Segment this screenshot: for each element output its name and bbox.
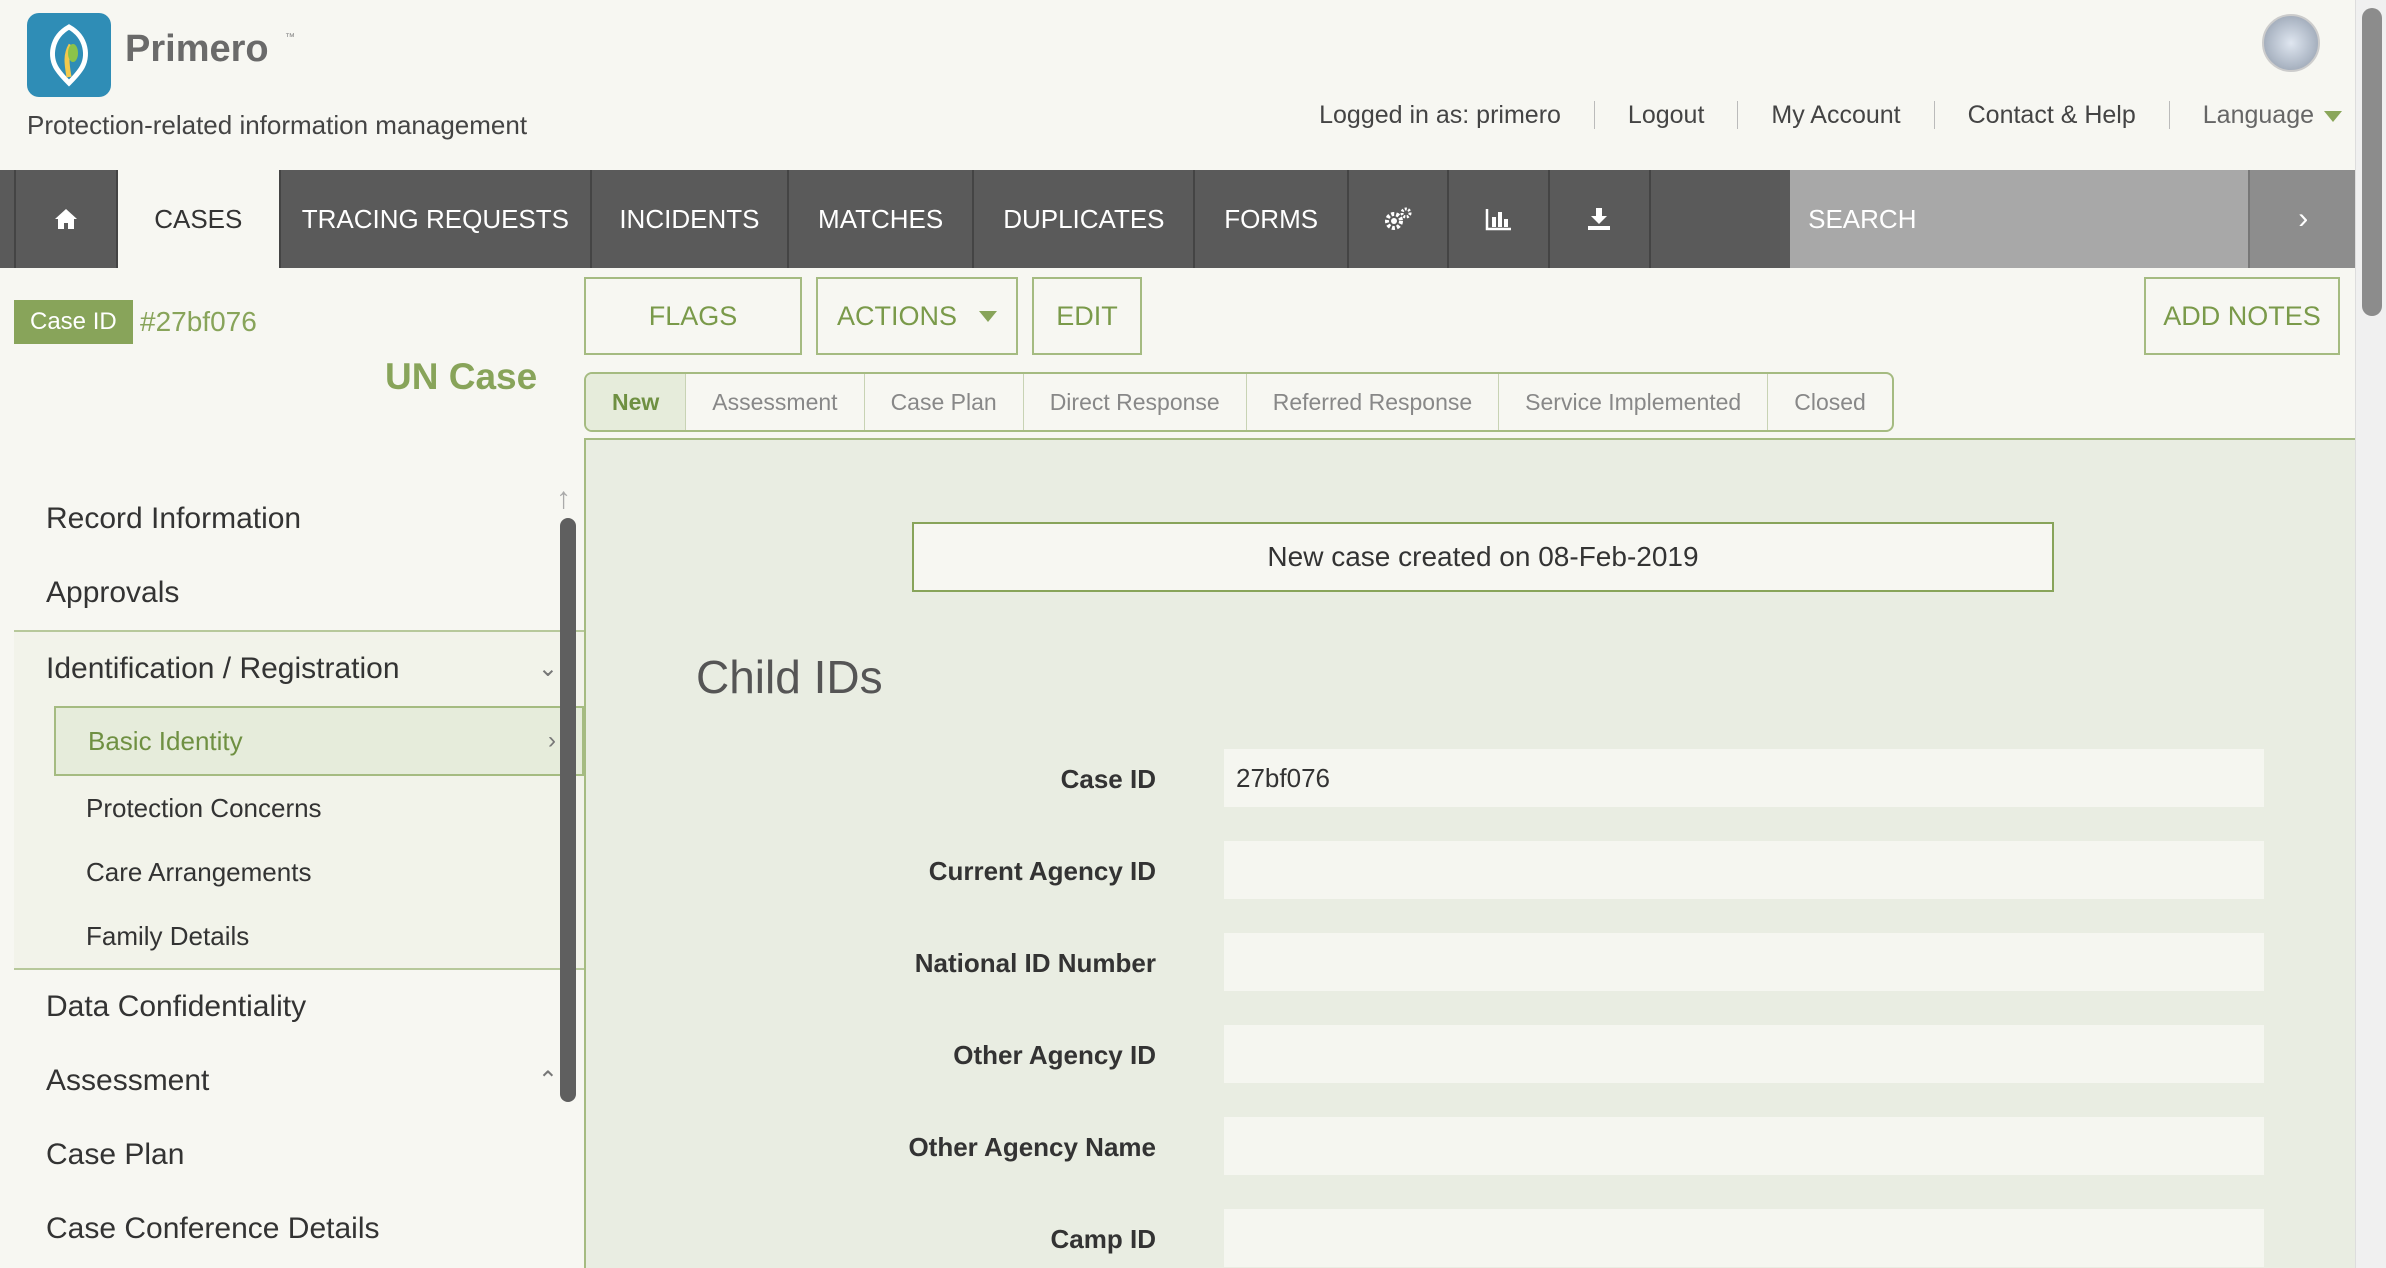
chevron-up-icon: ⌃ (537, 1067, 558, 1094)
actions-button[interactable]: ACTIONS (816, 277, 1018, 355)
workflow-step: Service Implemented (1499, 374, 1769, 430)
workflow-step: New (586, 374, 687, 430)
logged-in-label: Logged in as: primero (1286, 101, 1595, 129)
nav-incidents[interactable]: INCIDENTS (589, 170, 787, 268)
case-id-field[interactable] (1224, 749, 2264, 807)
sidebar-group-identification: Identification / Registration ⌄ Basic Id… (14, 630, 584, 970)
download-icon (1588, 208, 1611, 230)
chevron-right-icon: › (548, 727, 556, 754)
current-agency-id-field[interactable] (1224, 841, 2264, 899)
sidebar-item-record-information[interactable]: Record Information (14, 482, 584, 556)
caret-down-icon (2324, 110, 2342, 122)
sidebar-item-label: Identification / Registration (46, 652, 400, 685)
page-scrollbar-thumb[interactable] (2362, 8, 2382, 316)
sidebar-item-assessment[interactable]: Assessment ⌃ (14, 1044, 584, 1118)
sidebar-item-case-plan[interactable]: Case Plan (14, 1118, 584, 1192)
nav-matches[interactable]: MATCHES (787, 170, 972, 268)
nav-home[interactable] (14, 170, 116, 268)
workflow-step: Referred Response (1247, 374, 1500, 430)
field-label-case-id: Case ID (1060, 764, 1156, 794)
logout-link[interactable]: Logout (1595, 101, 1739, 129)
nav-forms[interactable]: FORMS (1193, 170, 1346, 268)
chevron-right-icon: › (2298, 202, 2309, 235)
field-label-other-agency-id: Other Agency ID (953, 1040, 1156, 1070)
form-panel: New case created on 08-Feb-2019 Child ID… (584, 438, 2356, 1268)
sidebar-item-case-conference[interactable]: Case Conference Details (14, 1192, 584, 1266)
nav-spacer (1648, 170, 1790, 268)
case-id-badge: Case ID (14, 300, 133, 344)
created-notice: New case created on 08-Feb-2019 (912, 522, 2054, 592)
user-links: Logged in as: primero Logout My Account … (1286, 98, 2356, 132)
nav-exports[interactable] (1548, 170, 1649, 268)
gears-icon (1385, 207, 1412, 230)
sidebar-item-identification[interactable]: Identification / Registration ⌄ (14, 632, 584, 706)
workflow-step: Case Plan (865, 374, 1024, 430)
workflow-step: Closed (1794, 389, 1866, 415)
app-name: Primero (125, 28, 269, 70)
other-agency-name-field[interactable] (1224, 1117, 2264, 1175)
main-nav: CASES TRACING REQUESTS INCIDENTS MATCHES… (0, 170, 2356, 268)
sidebar-item-approvals[interactable]: Approvals (14, 556, 584, 630)
language-label: Language (2202, 101, 2314, 129)
nav-cases[interactable]: CASES (115, 170, 279, 268)
sidebar-subitem-family-details[interactable]: Family Details (14, 904, 584, 968)
case-type: UN Case (385, 356, 538, 397)
other-agency-id-field[interactable] (1224, 1025, 2264, 1083)
my-account-link[interactable]: My Account (1738, 101, 1935, 129)
nav-reports[interactable] (1447, 170, 1548, 268)
chevron-down-icon: ⌄ (537, 655, 558, 682)
caret-down-icon (979, 310, 997, 322)
primero-logo-icon[interactable] (27, 13, 111, 97)
field-label-camp-id: Camp ID (1050, 1224, 1156, 1254)
sidebar-item-label: Assessment (46, 1064, 210, 1097)
page-scrollbar[interactable] (2355, 0, 2386, 1268)
home-icon (54, 209, 77, 229)
trademark: ™ (285, 32, 295, 43)
header: Primero ™ Protection-related information… (0, 0, 2356, 170)
field-label-national-id: National ID Number (914, 948, 1156, 978)
sidebar-item-data-confidentiality[interactable]: Data Confidentiality (14, 970, 584, 1044)
bar-chart-icon (1485, 209, 1511, 231)
camp-id-field[interactable] (1224, 1209, 2264, 1267)
flags-button[interactable]: FLAGS (584, 277, 802, 355)
tagline: Protection-related information managemen… (27, 110, 528, 140)
language-dropdown[interactable]: Language (2170, 101, 2356, 129)
edit-button[interactable]: EDIT (1032, 277, 1142, 355)
case-id-value: #27bf076 (140, 306, 257, 337)
sidebar-subitem-basic-identity[interactable]: Basic Identity › (54, 706, 584, 776)
nav-settings[interactable] (1346, 170, 1448, 268)
contact-help-link[interactable]: Contact & Help (1935, 101, 2170, 129)
field-label-other-agency-name: Other Agency Name (908, 1132, 1156, 1162)
national-id-field[interactable] (1224, 933, 2264, 991)
workflow-steps: New Assessment Case Plan Direct Response… (584, 372, 1894, 432)
workflow-step: Direct Response (1024, 374, 1247, 430)
actions-label: ACTIONS (836, 300, 957, 331)
search-button[interactable]: › (2248, 170, 2356, 268)
sidebar-scrollbar[interactable] (560, 518, 576, 1102)
field-label-current-agency-id: Current Agency ID (928, 856, 1156, 886)
sidebar-subitem-protection-concerns[interactable]: Protection Concerns (14, 776, 584, 840)
nav-tracing-requests[interactable]: TRACING REQUESTS (278, 170, 590, 268)
form-sidebar: Record Information Approvals Identificat… (14, 482, 584, 1268)
sidebar-item-label: Basic Identity (88, 726, 243, 756)
section-title: Child IDs (696, 651, 883, 703)
nav-duplicates[interactable]: DUPLICATES (972, 170, 1193, 268)
org-logo-icon (2262, 14, 2320, 72)
add-notes-button[interactable]: ADD NOTES (2144, 277, 2340, 355)
workflow-step: Assessment (686, 374, 865, 430)
search-input[interactable]: SEARCH (1790, 170, 2249, 268)
sidebar-subitem-care-arrangements[interactable]: Care Arrangements (14, 840, 584, 904)
